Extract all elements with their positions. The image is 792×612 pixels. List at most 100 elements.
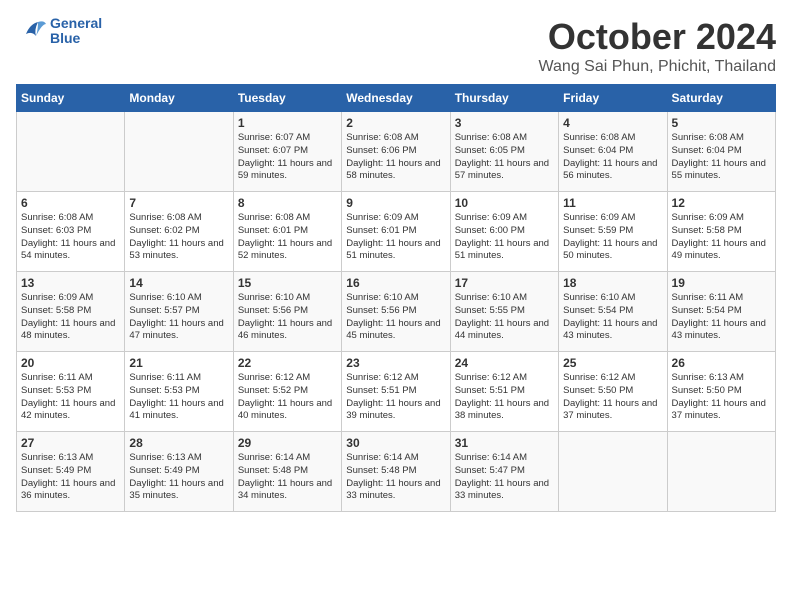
daylight-text: Daylight: 11 hours and 48 minutes. — [21, 318, 120, 344]
day-number: 25 — [563, 356, 662, 370]
sunrise-text: Sunrise: 6:08 AM — [129, 212, 228, 225]
calendar-cell: 19Sunrise: 6:11 AMSunset: 5:54 PMDayligh… — [667, 272, 775, 352]
cell-content: Sunrise: 6:12 AMSunset: 5:52 PMDaylight:… — [238, 372, 337, 423]
calendar-header-row: SundayMondayTuesdayWednesdayThursdayFrid… — [17, 85, 776, 112]
cell-content: Sunrise: 6:10 AMSunset: 5:54 PMDaylight:… — [563, 292, 662, 343]
daylight-text: Daylight: 11 hours and 53 minutes. — [129, 238, 228, 264]
sunset-text: Sunset: 5:58 PM — [672, 225, 771, 238]
day-number: 22 — [238, 356, 337, 370]
sunrise-text: Sunrise: 6:08 AM — [672, 132, 771, 145]
cell-content: Sunrise: 6:12 AMSunset: 5:51 PMDaylight:… — [346, 372, 445, 423]
sunrise-text: Sunrise: 6:09 AM — [346, 212, 445, 225]
calendar-cell: 22 Sunrise: 6:12 AMSunset: 5:52 PMDayligh… — [233, 352, 341, 432]
sunrise-text: Sunrise: 6:10 AM — [346, 292, 445, 305]
sunset-text: Sunset: 5:59 PM — [563, 225, 662, 238]
daylight-text: Daylight: 11 hours and 57 minutes. — [455, 158, 554, 184]
cell-content: Sunrise: 6:08 AMSunset: 6:02 PMDaylight:… — [129, 212, 228, 263]
calendar-cell: 28Sunrise: 6:13 AMSunset: 5:49 PMDayligh… — [125, 432, 233, 512]
header-cell-wednesday: Wednesday — [342, 85, 450, 112]
sunset-text: Sunset: 5:50 PM — [563, 385, 662, 398]
calendar-table: SundayMondayTuesdayWednesdayThursdayFrid… — [16, 84, 776, 512]
daylight-text: Daylight: 11 hours and 47 minutes. — [129, 318, 228, 344]
daylight-text: Daylight: 11 hours and 41 minutes. — [129, 398, 228, 424]
daylight-text: Daylight: 11 hours and 37 minutes. — [563, 398, 662, 424]
cell-content: Sunrise: 6:14 AMSunset: 5:48 PMDaylight:… — [238, 452, 337, 503]
cell-content: Sunrise: 6:09 AMSunset: 6:01 PMDaylight:… — [346, 212, 445, 263]
sunset-text: Sunset: 5:49 PM — [21, 465, 120, 478]
day-number: 8 — [238, 196, 337, 210]
sunset-text: Sunset: 6:05 PM — [455, 145, 554, 158]
cell-content: Sunrise: 6:11 AMSunset: 5:53 PMDaylight:… — [21, 372, 120, 423]
sunrise-text: Sunrise: 6:13 AM — [21, 452, 120, 465]
sunset-text: Sunset: 5:47 PM — [455, 465, 554, 478]
calendar-cell: 1Sunrise: 6:07 AMSunset: 6:07 PMDaylight… — [233, 112, 341, 192]
cell-content: Sunrise: 6:07 AMSunset: 6:07 PMDaylight:… — [238, 132, 337, 183]
calendar-cell: 20 Sunrise: 6:11 AMSunset: 5:53 PMDayligh… — [17, 352, 125, 432]
day-number: 27 — [21, 436, 120, 450]
daylight-text: Daylight: 11 hours and 43 minutes. — [563, 318, 662, 344]
daylight-text: Daylight: 11 hours and 35 minutes. — [129, 478, 228, 504]
sunset-text: Sunset: 5:51 PM — [346, 385, 445, 398]
calendar-cell — [667, 432, 775, 512]
calendar-cell: 5Sunrise: 6:08 AMSunset: 6:04 PMDaylight… — [667, 112, 775, 192]
week-row-3: 20 Sunrise: 6:11 AMSunset: 5:53 PMDayligh… — [17, 352, 776, 432]
sunset-text: Sunset: 5:53 PM — [129, 385, 228, 398]
calendar-cell: 6Sunrise: 6:08 AMSunset: 6:03 PMDaylight… — [17, 192, 125, 272]
calendar-cell: 7Sunrise: 6:08 AMSunset: 6:02 PMDaylight… — [125, 192, 233, 272]
cell-content: Sunrise: 6:09 AMSunset: 5:58 PMDaylight:… — [672, 212, 771, 263]
sunset-text: Sunset: 5:53 PM — [21, 385, 120, 398]
sunset-text: Sunset: 6:04 PM — [563, 145, 662, 158]
daylight-text: Daylight: 11 hours and 45 minutes. — [346, 318, 445, 344]
calendar-cell: 21 Sunrise: 6:11 AMSunset: 5:53 PMDayligh… — [125, 352, 233, 432]
calendar-cell — [17, 112, 125, 192]
calendar-cell: 30Sunrise: 6:14 AMSunset: 5:48 PMDayligh… — [342, 432, 450, 512]
day-number: 20 — [21, 356, 120, 370]
month-title: October 2024 — [539, 16, 776, 58]
sunrise-text: Sunrise: 6:08 AM — [563, 132, 662, 145]
header-cell-thursday: Thursday — [450, 85, 558, 112]
sunrise-text: Sunrise: 6:10 AM — [563, 292, 662, 305]
sunrise-text: Sunrise: 6:12 AM — [455, 372, 554, 385]
day-number: 14 — [129, 276, 228, 290]
cell-content: Sunrise: 6:10 AMSunset: 5:57 PMDaylight:… — [129, 292, 228, 343]
logo-icon — [16, 16, 46, 46]
calendar-cell — [125, 112, 233, 192]
daylight-text: Daylight: 11 hours and 38 minutes. — [455, 398, 554, 424]
sunrise-text: Sunrise: 6:08 AM — [455, 132, 554, 145]
calendar-body: 1Sunrise: 6:07 AMSunset: 6:07 PMDaylight… — [17, 112, 776, 512]
day-number: 15 — [238, 276, 337, 290]
cell-content: Sunrise: 6:13 AMSunset: 5:50 PMDaylight:… — [672, 372, 771, 423]
cell-content: Sunrise: 6:10 AMSunset: 5:56 PMDaylight:… — [238, 292, 337, 343]
daylight-text: Daylight: 11 hours and 49 minutes. — [672, 238, 771, 264]
week-row-1: 6Sunrise: 6:08 AMSunset: 6:03 PMDaylight… — [17, 192, 776, 272]
daylight-text: Daylight: 11 hours and 37 minutes. — [672, 398, 771, 424]
daylight-text: Daylight: 11 hours and 42 minutes. — [21, 398, 120, 424]
sunset-text: Sunset: 5:51 PM — [455, 385, 554, 398]
daylight-text: Daylight: 11 hours and 55 minutes. — [672, 158, 771, 184]
daylight-text: Daylight: 11 hours and 59 minutes. — [238, 158, 337, 184]
sunset-text: Sunset: 5:50 PM — [672, 385, 771, 398]
header-cell-sunday: Sunday — [17, 85, 125, 112]
calendar-cell — [559, 432, 667, 512]
sunrise-text: Sunrise: 6:07 AM — [238, 132, 337, 145]
header: General Blue October 2024 Wang Sai Phun,… — [16, 16, 776, 76]
cell-content: Sunrise: 6:11 AMSunset: 5:53 PMDaylight:… — [129, 372, 228, 423]
sunset-text: Sunset: 5:49 PM — [129, 465, 228, 478]
sunrise-text: Sunrise: 6:08 AM — [346, 132, 445, 145]
sunrise-text: Sunrise: 6:10 AM — [455, 292, 554, 305]
sunrise-text: Sunrise: 6:10 AM — [129, 292, 228, 305]
sunset-text: Sunset: 6:03 PM — [21, 225, 120, 238]
daylight-text: Daylight: 11 hours and 40 minutes. — [238, 398, 337, 424]
sunset-text: Sunset: 6:01 PM — [346, 225, 445, 238]
sunset-text: Sunset: 6:00 PM — [455, 225, 554, 238]
calendar-cell: 3Sunrise: 6:08 AMSunset: 6:05 PMDaylight… — [450, 112, 558, 192]
cell-content: Sunrise: 6:09 AMSunset: 6:00 PMDaylight:… — [455, 212, 554, 263]
sunset-text: Sunset: 5:57 PM — [129, 305, 228, 318]
day-number: 28 — [129, 436, 228, 450]
calendar-cell: 17Sunrise: 6:10 AMSunset: 5:55 PMDayligh… — [450, 272, 558, 352]
title-area: October 2024 Wang Sai Phun, Phichit, Tha… — [539, 16, 776, 76]
cell-content: Sunrise: 6:08 AMSunset: 6:06 PMDaylight:… — [346, 132, 445, 183]
day-number: 21 — [129, 356, 228, 370]
daylight-text: Daylight: 11 hours and 58 minutes. — [346, 158, 445, 184]
calendar-cell: 23Sunrise: 6:12 AMSunset: 5:51 PMDayligh… — [342, 352, 450, 432]
